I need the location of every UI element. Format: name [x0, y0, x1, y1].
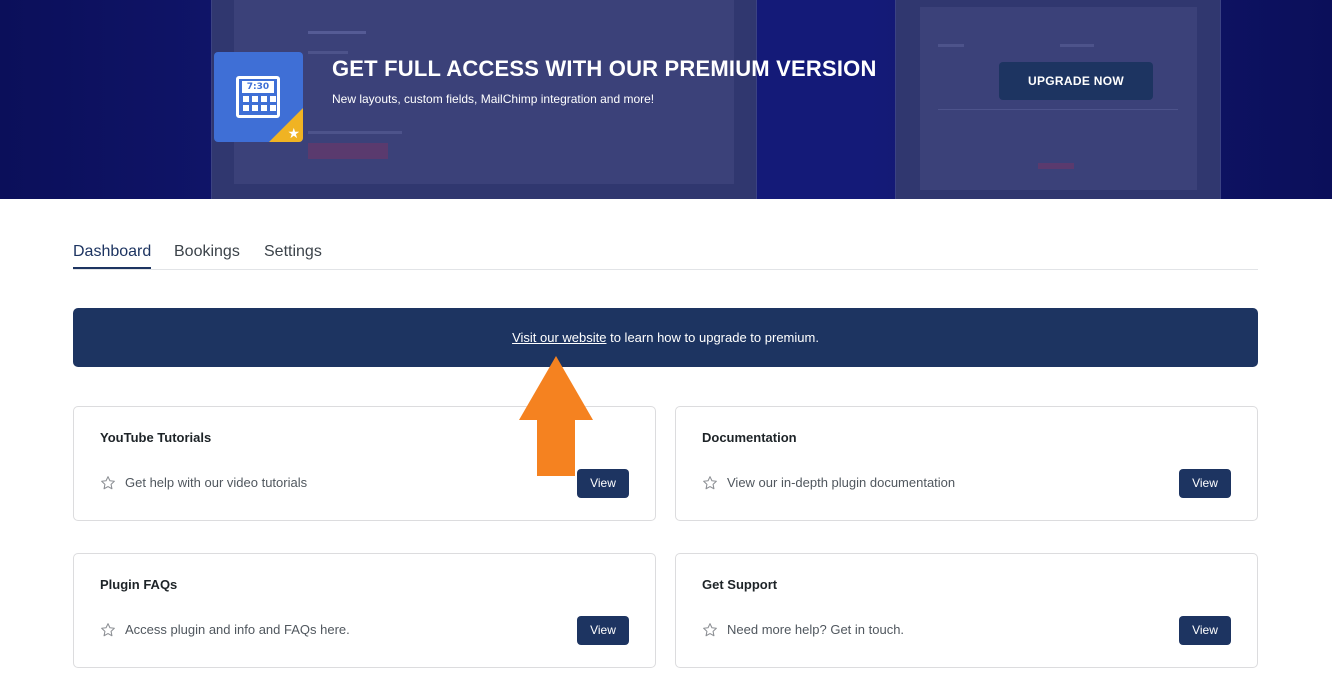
view-support-button[interactable]: View — [1179, 616, 1231, 645]
card-plugin-faqs: Plugin FAQs Access plugin and info and F… — [73, 553, 656, 668]
card-description: Need more help? Get in touch. — [727, 622, 905, 637]
arrow-up-icon — [519, 356, 593, 476]
star-outline-icon — [101, 476, 115, 490]
premium-banner: 7:30 ★ GET FULL ACCESS WITH OUR PREMIUM … — [0, 0, 1332, 199]
upgrade-notice: Visit our website to learn how to upgrad… — [73, 308, 1258, 367]
card-get-support: Get Support Need more help? Get in touch… — [675, 553, 1258, 668]
card-description: View our in-depth plugin documentation — [727, 475, 956, 490]
view-documentation-button[interactable]: View — [1179, 469, 1231, 498]
card-documentation: Documentation View our in-depth plugin d… — [675, 406, 1258, 521]
star-outline-icon — [703, 476, 717, 490]
tab-bar: Dashboard Bookings Settings — [73, 240, 1258, 270]
card-title: Documentation — [702, 430, 797, 445]
visit-website-link[interactable]: Visit our website — [512, 330, 606, 345]
banner-title: GET FULL ACCESS WITH OUR PREMIUM VERSION — [332, 56, 877, 81]
notice-text: to learn how to upgrade to premium. — [606, 330, 819, 345]
card-description: Access plugin and info and FAQs here. — [125, 622, 350, 637]
star-outline-icon — [703, 623, 717, 637]
banner-subtitle: New layouts, custom fields, MailChimp in… — [332, 92, 655, 106]
tab-dashboard[interactable]: Dashboard — [73, 243, 152, 269]
upgrade-now-button[interactable]: UPGRADE NOW — [999, 62, 1153, 100]
star-icon: ★ — [287, 125, 300, 141]
card-description: Get help with our video tutorials — [125, 475, 308, 490]
tab-bookings[interactable]: Bookings — [174, 243, 240, 267]
view-faqs-button[interactable]: View — [577, 616, 629, 645]
plugin-logo: 7:30 ★ — [214, 52, 303, 142]
tab-settings[interactable]: Settings — [264, 243, 322, 267]
star-outline-icon — [101, 623, 115, 637]
card-title: Get Support — [702, 577, 778, 592]
card-title: Plugin FAQs — [100, 577, 178, 592]
card-title: YouTube Tutorials — [100, 430, 212, 445]
logo-time-display: 7:30 — [242, 81, 274, 93]
